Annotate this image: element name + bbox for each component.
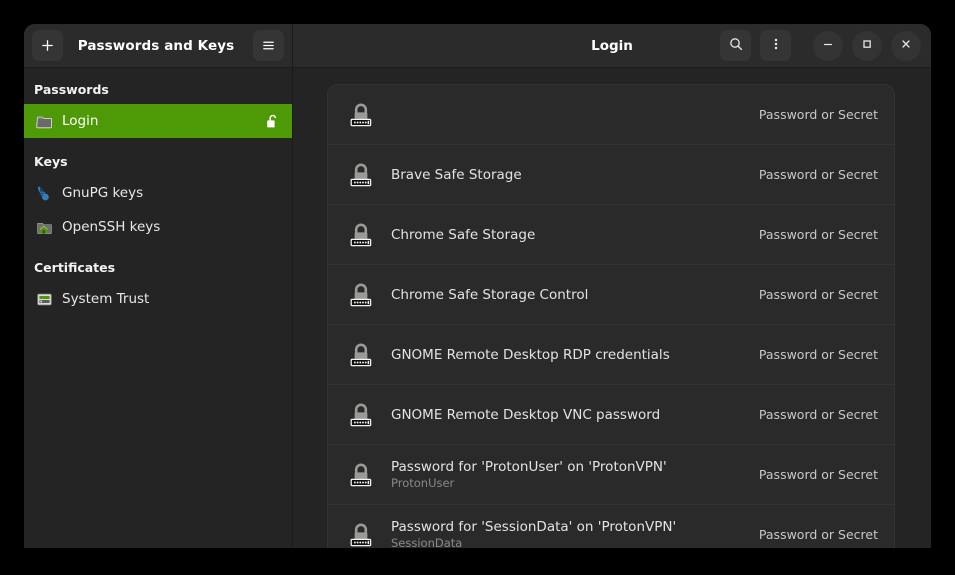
search-icon	[728, 36, 744, 55]
list-item-title: Password for 'SessionData' on 'ProtonVPN…	[391, 519, 731, 535]
certificate-icon	[36, 291, 53, 308]
password-padlock-icon	[345, 99, 377, 131]
list-item-type: Password or Secret	[759, 227, 878, 242]
password-padlock-icon	[345, 399, 377, 431]
gnupg-key-icon	[36, 185, 53, 202]
sidebar: Passwords Login Keys	[24, 68, 293, 548]
list-item[interactable]: Password for 'ProtonUser' on 'ProtonVPN'…	[328, 445, 894, 505]
list-item-title: Brave Safe Storage	[391, 167, 731, 183]
application-window: Passwords and Keys Login	[24, 24, 931, 548]
sidebar-item-label: System Trust	[62, 291, 149, 307]
close-icon	[899, 37, 913, 54]
sidebar-item-login[interactable]: Login	[24, 104, 292, 138]
list-item-text: Chrome Safe Storage	[391, 227, 731, 243]
openssh-folder-icon	[36, 219, 53, 236]
main-menu-button[interactable]	[253, 30, 284, 61]
folder-icon	[36, 113, 53, 130]
list-item[interactable]: Chrome Safe Storage Password or Secret	[328, 205, 894, 265]
sidebar-item-label: OpenSSH keys	[62, 219, 160, 235]
sidebar-header: Passwords and Keys	[24, 24, 293, 67]
password-list: Password or Secret	[327, 84, 895, 548]
password-padlock-icon	[345, 159, 377, 191]
list-item-text: GNOME Remote Desktop RDP credentials	[391, 347, 731, 363]
password-padlock-icon	[345, 519, 377, 549]
list-item-type: Password or Secret	[759, 107, 878, 122]
minimize-icon	[821, 37, 835, 54]
sidebar-item-openssh-keys[interactable]: OpenSSH keys	[24, 210, 292, 244]
window-body: Passwords Login Keys	[24, 68, 931, 548]
list-item[interactable]: Brave Safe Storage Password or Secret	[328, 145, 894, 205]
sidebar-section-keys-title: Keys	[24, 148, 292, 176]
close-button[interactable]	[891, 31, 921, 61]
list-item[interactable]: GNOME Remote Desktop RDP credentials Pas…	[328, 325, 894, 385]
list-item[interactable]: Password for 'SessionData' on 'ProtonVPN…	[328, 505, 894, 548]
list-item-title: GNOME Remote Desktop VNC password	[391, 407, 731, 423]
content-area: Password or Secret	[293, 68, 931, 548]
list-item[interactable]: Chrome Safe Storage Control Password or …	[328, 265, 894, 325]
list-item-type: Password or Secret	[759, 167, 878, 182]
list-item-title: Chrome Safe Storage Control	[391, 287, 731, 303]
app-title: Passwords and Keys	[63, 38, 253, 54]
unlocked-padlock-icon	[265, 113, 280, 130]
maximize-button[interactable]	[852, 31, 882, 61]
list-item-subtitle: SessionData	[391, 536, 731, 548]
list-item-type: Password or Secret	[759, 347, 878, 362]
list-item-title: Chrome Safe Storage	[391, 227, 731, 243]
list-item-type: Password or Secret	[759, 527, 878, 542]
password-padlock-icon	[345, 459, 377, 491]
sidebar-spacer-2	[24, 244, 292, 254]
list-item-title: GNOME Remote Desktop RDP credentials	[391, 347, 731, 363]
header-bar: Passwords and Keys Login	[24, 24, 931, 68]
list-item-subtitle: ProtonUser	[391, 476, 731, 490]
sidebar-item-gnupg-keys[interactable]: GnuPG keys	[24, 176, 292, 210]
list-item-type: Password or Secret	[759, 467, 878, 482]
sidebar-item-system-trust[interactable]: System Trust	[24, 282, 292, 316]
three-dots-vertical-icon	[769, 36, 783, 55]
list-item-text: Password for 'ProtonUser' on 'ProtonVPN'…	[391, 459, 731, 490]
sidebar-item-label: Login	[62, 113, 98, 129]
list-item-title: Password for 'ProtonUser' on 'ProtonVPN'	[391, 459, 731, 475]
list-item[interactable]: Password or Secret	[328, 85, 894, 145]
password-padlock-icon	[345, 279, 377, 311]
sidebar-item-label: GnuPG keys	[62, 185, 143, 201]
list-item-text: GNOME Remote Desktop VNC password	[391, 407, 731, 423]
overflow-menu-button[interactable]	[760, 30, 791, 61]
list-item[interactable]: GNOME Remote Desktop VNC password Passwo…	[328, 385, 894, 445]
window-controls	[813, 31, 921, 61]
header-actions	[720, 30, 921, 61]
add-item-button[interactable]	[32, 30, 63, 61]
sidebar-section-certificates-title: Certificates	[24, 254, 292, 282]
list-item-text: Password for 'SessionData' on 'ProtonVPN…	[391, 519, 731, 548]
list-item-text: Brave Safe Storage	[391, 167, 731, 183]
search-button[interactable]	[720, 30, 751, 61]
password-padlock-icon	[345, 339, 377, 371]
minimize-button[interactable]	[813, 31, 843, 61]
list-item-text: Chrome Safe Storage Control	[391, 287, 731, 303]
list-item-type: Password or Secret	[759, 407, 878, 422]
content-header: Login	[293, 24, 931, 67]
maximize-icon	[860, 37, 874, 54]
list-item-type: Password or Secret	[759, 287, 878, 302]
password-padlock-icon	[345, 219, 377, 251]
sidebar-section-passwords-title: Passwords	[24, 76, 292, 104]
sidebar-spacer-1	[24, 138, 292, 148]
